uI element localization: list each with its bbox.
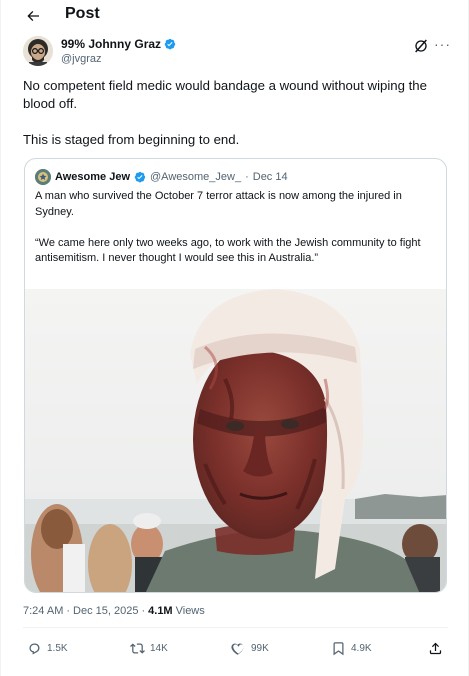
quoted-avatar[interactable] — [35, 169, 51, 185]
reply-count: 1.5K — [47, 643, 68, 654]
like-button[interactable]: 99K — [231, 641, 269, 656]
avatar[interactable] — [23, 36, 53, 66]
quoted-photo[interactable] — [25, 289, 446, 592]
views-label: Views — [175, 605, 205, 617]
repost-icon — [130, 643, 145, 654]
grok-icon[interactable] — [413, 38, 429, 54]
repost-button[interactable]: 14K — [130, 641, 168, 656]
bookmark-button[interactable]: 4.9K — [331, 641, 372, 656]
tweet-paragraph: No competent field medic would bandage a… — [23, 78, 427, 111]
post-frame: Post 99% Johnny Graz @jvgraz ··· No comp… — [0, 0, 469, 676]
repost-count: 14K — [150, 643, 168, 654]
views-count: 4.1M — [148, 605, 173, 617]
back-button[interactable] — [23, 6, 43, 26]
share-button[interactable] — [428, 641, 443, 656]
like-icon — [231, 643, 244, 655]
page-title: Post — [65, 5, 100, 22]
quoted-paragraph: “We came here only two weeks ago, to wor… — [35, 236, 421, 265]
tweet-paragraph: This is staged from beginning to end. — [23, 132, 240, 147]
meta-separator: · — [66, 605, 71, 617]
post-author: 99% Johnny Graz @jvgraz ··· — [23, 36, 453, 70]
quoted-post[interactable]: Awesome Jew @Awesome_Jew_ · Dec 14 A man… — [24, 158, 447, 593]
back-arrow-icon — [27, 11, 39, 21]
action-bar: 1.5K 14K 99K 4.9K — [23, 641, 448, 661]
quoted-handle[interactable]: @Awesome_Jew_ — [150, 171, 241, 183]
tweet-text: No competent field medic would bandage a… — [23, 77, 448, 167]
avatar-image — [23, 36, 53, 66]
quoted-avatar-image — [35, 169, 51, 185]
meta-separator: · — [245, 171, 249, 183]
page-header: Post — [1, 0, 469, 31]
quoted-author-name[interactable]: Awesome Jew — [55, 171, 130, 183]
photo-bandaged-man — [25, 289, 446, 592]
quoted-post-header: Awesome Jew @Awesome_Jew_ · Dec 14 — [35, 169, 288, 185]
post-time[interactable]: 7:24 AM — [23, 605, 63, 617]
bookmark-count: 4.9K — [351, 643, 372, 654]
reply-icon — [29, 643, 40, 655]
post-date[interactable]: Dec 15, 2025 — [73, 605, 138, 617]
post-timestamp: 7:24 AM · Dec 15, 2025 · 4.1M Views — [23, 605, 205, 617]
verified-badge-icon — [164, 38, 176, 50]
quoted-date[interactable]: Dec 14 — [253, 171, 288, 183]
author-name[interactable]: 99% Johnny Graz — [61, 37, 161, 51]
reply-button[interactable]: 1.5K — [27, 641, 68, 656]
quoted-paragraph: A man who survived the October 7 terror … — [35, 190, 402, 218]
author-name-row: 99% Johnny Graz — [61, 37, 176, 51]
more-icon[interactable]: ··· — [434, 36, 454, 52]
meta-separator: · — [141, 605, 146, 617]
share-icon — [429, 642, 442, 655]
verified-badge-icon — [134, 171, 146, 183]
bookmark-icon — [333, 642, 344, 656]
quoted-text: A man who survived the October 7 terror … — [35, 189, 437, 282]
author-handle[interactable]: @jvgraz — [61, 53, 102, 65]
like-count: 99K — [251, 643, 269, 654]
divider — [23, 627, 448, 628]
